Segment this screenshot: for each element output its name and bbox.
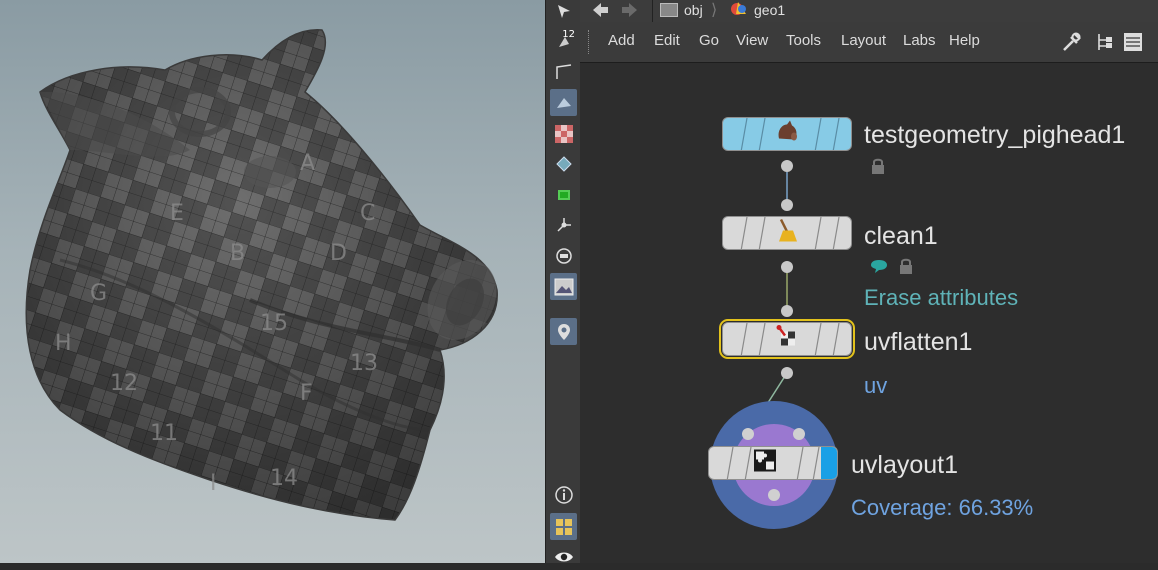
checker-letter: I xyxy=(210,471,217,496)
node-output-connector[interactable] xyxy=(768,489,780,501)
node-uvlayout1[interactable] xyxy=(708,446,838,480)
polyline-icon[interactable] xyxy=(550,58,577,85)
checker-letter: 15 xyxy=(260,311,288,336)
lock-icon[interactable] xyxy=(870,157,886,179)
node-testgeometry-pighead1[interactable] xyxy=(722,117,852,151)
lock-icon[interactable] xyxy=(898,257,914,279)
network-menubar: Add Edit Go View Tools Layout Labs Help xyxy=(580,22,1158,63)
snap-icon[interactable]: 12 xyxy=(550,28,577,55)
checker-letter: 12 xyxy=(110,371,138,396)
select-icon[interactable] xyxy=(550,0,577,24)
menu-tools[interactable]: Tools xyxy=(786,32,821,49)
eye-icon[interactable] xyxy=(550,543,577,570)
path-divider xyxy=(652,0,653,22)
checker-letter: A xyxy=(300,151,315,176)
node-output-connector[interactable] xyxy=(781,367,793,379)
node-clean1[interactable] xyxy=(722,216,852,250)
pig-head-mesh: E D C B A G H I F 14 13 12 11 15 xyxy=(25,29,498,521)
network-path-bar: obj ⟩ geo1 xyxy=(580,0,1158,23)
comment-icon[interactable] xyxy=(870,258,888,278)
node-info-text: Coverage: 66.33% xyxy=(851,495,1034,520)
broom-icon xyxy=(775,218,799,249)
node-info-text: Erase attributes xyxy=(864,285,1019,310)
node-input-connector[interactable] xyxy=(742,428,754,440)
checker-letter: B xyxy=(230,241,245,266)
rotate-icon[interactable] xyxy=(550,150,577,177)
background-image-icon[interactable] xyxy=(550,273,577,300)
menu-view[interactable]: View xyxy=(736,32,768,49)
puzzle-icon xyxy=(752,448,778,479)
snap-badge-number: 12 xyxy=(562,29,575,40)
layout-icon[interactable] xyxy=(550,513,577,540)
ground-icon[interactable] xyxy=(550,181,577,208)
arrow-left-icon[interactable] xyxy=(590,0,610,24)
node-input-connector[interactable] xyxy=(781,199,793,211)
node-name-label: clean1 xyxy=(864,222,938,250)
menu-add[interactable]: Add xyxy=(608,32,635,49)
menu-layout[interactable]: Layout xyxy=(841,32,886,49)
breadcrumb-separator: ⟩ xyxy=(711,0,718,19)
menubar-grip[interactable] xyxy=(588,30,592,54)
breadcrumb-geo1[interactable]: geo1 xyxy=(730,0,785,20)
checker-letter: H xyxy=(55,331,72,356)
node-name-label: uvflatten1 xyxy=(864,328,973,356)
node-output-connector[interactable] xyxy=(781,160,793,172)
geo-icon xyxy=(730,0,748,20)
pin-icon[interactable] xyxy=(550,318,577,345)
node-name-label: testgeometry_pighead1 xyxy=(864,121,1126,149)
menu-edit[interactable]: Edit xyxy=(654,32,680,49)
checker-icon[interactable] xyxy=(550,120,577,147)
checker-letter: 11 xyxy=(150,421,178,446)
breadcrumb-obj[interactable]: obj xyxy=(660,0,703,20)
menu-go[interactable]: Go xyxy=(699,32,719,49)
node-uvflatten1[interactable] xyxy=(719,319,855,359)
network-icon xyxy=(660,3,678,17)
handle-icon[interactable] xyxy=(550,211,577,238)
wrench-icon[interactable] xyxy=(1061,31,1083,57)
list-icon[interactable] xyxy=(1123,32,1143,56)
menu-labs[interactable]: Labs xyxy=(903,32,936,49)
display-options-icon[interactable] xyxy=(550,242,577,269)
pig-head-icon xyxy=(774,119,800,150)
shaded-icon[interactable] xyxy=(550,89,577,116)
viewport-tool-strip: 12 xyxy=(545,0,582,563)
arrow-right-icon[interactable] xyxy=(620,0,640,24)
checker-letter: G xyxy=(90,281,107,306)
node-output-connector[interactable] xyxy=(781,261,793,273)
checker-letter: D xyxy=(330,241,347,266)
breadcrumb-label: geo1 xyxy=(754,2,786,18)
tree-icon[interactable] xyxy=(1095,32,1113,56)
pig-head-model: E D C B A G H I F 14 13 12 11 15 xyxy=(25,29,498,521)
breadcrumb-label: obj xyxy=(684,2,703,18)
checker-letter: E xyxy=(170,201,184,226)
checker-letter: 13 xyxy=(350,351,378,376)
node-input-connector[interactable] xyxy=(793,428,805,440)
node-name-label: uvlayout1 xyxy=(851,451,959,479)
network-editor[interactable]: testgeometry_pighead1 clean1 Erase attri… xyxy=(580,63,1158,563)
info-icon[interactable] xyxy=(550,481,577,508)
checker-letter: C xyxy=(360,201,375,226)
checker-letter: F xyxy=(300,381,313,406)
node-info-text: uv xyxy=(864,373,888,398)
checker-letter: 14 xyxy=(270,466,298,491)
uv-flatten-icon xyxy=(775,324,799,355)
viewport-3d[interactable]: E D C B A G H I F 14 13 12 11 15 xyxy=(0,0,545,563)
menu-help[interactable]: Help xyxy=(949,32,980,49)
node-input-connector[interactable] xyxy=(781,305,793,317)
